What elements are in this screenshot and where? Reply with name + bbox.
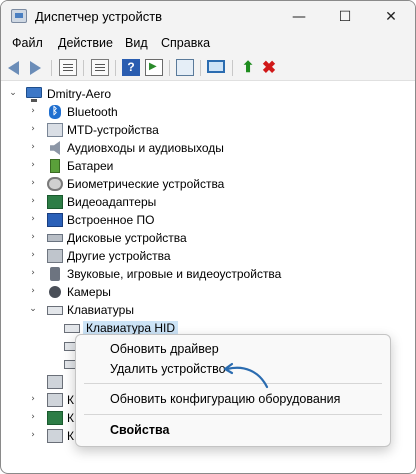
expand-chevron-icon[interactable]: › — [27, 231, 39, 243]
update-driver-icon[interactable]: ⬆ — [239, 59, 257, 76]
menu-help[interactable]: Справка — [161, 36, 210, 50]
device-icon — [47, 429, 63, 443]
firmware-icon — [47, 213, 63, 227]
minimize-button[interactable]: — — [277, 5, 321, 29]
camera-icon — [49, 286, 61, 298]
expand-chevron-icon[interactable]: › — [27, 267, 39, 279]
tree-item-label-selected: Клавиатура HID — [83, 321, 178, 335]
uninstall-icon[interactable]: ✖ — [260, 59, 278, 76]
tree-item-mtd[interactable]: › MTD-устройства — [1, 121, 415, 139]
tree-item-label: Bluetooth — [67, 105, 118, 119]
tree-item-disk-drives[interactable]: › Дисковые устройства — [1, 229, 415, 247]
tree-item-label: Видеоадаптеры — [67, 195, 157, 209]
keyboard-icon — [64, 324, 80, 333]
tree-item-label: К — [67, 429, 74, 443]
computer-icon — [26, 87, 42, 102]
tree-item-label: Камеры — [67, 285, 111, 299]
toolbar-separator — [51, 60, 52, 76]
expand-chevron-icon[interactable]: › — [27, 141, 39, 153]
ctx-scan-hardware[interactable]: Обновить конфигурацию оборудования — [110, 392, 340, 406]
device-manager-window: Диспетчер устройств — ☐ ✕ Файл Действие … — [0, 0, 416, 474]
battery-icon — [50, 159, 60, 173]
toolbar-separator — [232, 60, 233, 76]
toolbar-separator — [115, 60, 116, 76]
tree-root-label: Dmitry-Aero — [47, 87, 112, 101]
device-icon — [47, 375, 63, 389]
collapse-chevron-icon[interactable]: ⌄ — [27, 303, 39, 315]
tree-item-label: К — [67, 393, 74, 407]
maximize-button[interactable]: ☐ — [323, 5, 367, 29]
other-device-icon — [47, 249, 63, 263]
tree-item-sound-video[interactable]: › Звуковые, игровые и видеоустройства — [1, 265, 415, 283]
tree-item-cameras[interactable]: › Камеры — [1, 283, 415, 301]
device-icon — [47, 393, 63, 407]
window-title: Диспетчер устройств — [35, 9, 163, 24]
tree-item-label: Звуковые, игровые и видеоустройства — [67, 267, 282, 281]
toolbar-separator — [200, 60, 201, 76]
tree-item-label: MTD-устройства — [67, 123, 159, 137]
device-manager-app-icon — [11, 9, 27, 23]
tree-item-label: Другие устройства — [67, 249, 171, 263]
expand-chevron-icon[interactable]: › — [27, 105, 39, 117]
tree-item-label: Дисковые устройства — [67, 231, 187, 245]
menu-action[interactable]: Действие — [58, 36, 113, 50]
tree-item-label: К — [67, 411, 74, 425]
tree-root-row[interactable]: ⌄ Dmitry-Aero — [1, 85, 415, 103]
tree-item-label: Встроенное ПО — [67, 213, 155, 227]
help-icon[interactable]: ? — [122, 59, 140, 76]
ctx-update-driver[interactable]: Обновить драйвер — [110, 342, 219, 356]
collapse-chevron-icon[interactable]: ⌄ — [7, 87, 19, 99]
expand-chevron-icon[interactable]: › — [27, 429, 39, 441]
keyboard-icon — [47, 306, 63, 315]
close-button[interactable]: ✕ — [369, 5, 413, 29]
tree-item-keyboards[interactable]: ⌄ Клавиатуры — [1, 301, 415, 319]
expand-chevron-icon[interactable]: › — [27, 213, 39, 225]
expand-chevron-icon[interactable]: › — [27, 177, 39, 189]
toolbar-separator — [169, 60, 170, 76]
fingerprint-icon — [47, 177, 63, 191]
tree-item-biometric[interactable]: › Биометрические устройства — [1, 175, 415, 193]
tree-item-firmware[interactable]: › Встроенное ПО — [1, 211, 415, 229]
expand-chevron-icon[interactable]: › — [27, 285, 39, 297]
toolbar: ? ⬆ ✖ — [1, 55, 415, 81]
speaker-icon — [50, 141, 60, 155]
tree-item-label: Батареи — [67, 159, 114, 173]
bluetooth-icon: ᛒ — [49, 105, 61, 119]
disk-drive-icon — [47, 234, 63, 242]
expand-chevron-icon[interactable]: › — [27, 195, 39, 207]
ctx-uninstall-device[interactable]: Удалить устройство — [110, 362, 226, 376]
properties-icon[interactable] — [59, 59, 77, 76]
run-icon[interactable] — [145, 59, 163, 76]
back-arrow-icon[interactable] — [8, 61, 19, 75]
monitor-icon[interactable] — [207, 60, 225, 73]
expand-chevron-icon[interactable]: › — [27, 123, 39, 135]
tree-item-label: Клавиатуры — [67, 303, 134, 317]
sound-device-icon — [50, 267, 60, 281]
mtd-device-icon — [47, 123, 63, 137]
tree-item-video-adapters[interactable]: › Видеоадаптеры — [1, 193, 415, 211]
expand-chevron-icon[interactable]: › — [27, 393, 39, 405]
ctx-properties[interactable]: Свойства — [110, 423, 169, 437]
device-icon — [47, 411, 63, 425]
menu-view[interactable]: Вид — [125, 36, 148, 50]
tree-item-batteries[interactable]: › Батареи — [1, 157, 415, 175]
forward-arrow-icon[interactable] — [30, 61, 41, 75]
list-icon[interactable] — [91, 59, 109, 76]
tree-item-audio-io[interactable]: › Аудиовходы и аудиовыходы — [1, 139, 415, 157]
ctx-separator — [84, 414, 382, 415]
video-adapter-icon — [47, 195, 63, 209]
scan-hardware-icon[interactable] — [176, 59, 194, 76]
expand-chevron-icon[interactable]: › — [27, 249, 39, 261]
tree-item-label: Аудиовходы и аудиовыходы — [67, 141, 224, 155]
menu-bar: Файл Действие Вид Справка — [1, 33, 415, 55]
toolbar-separator — [83, 60, 84, 76]
tree-item-bluetooth[interactable]: › ᛒ Bluetooth — [1, 103, 415, 121]
tree-item-label: Биометрические устройства — [67, 177, 225, 191]
expand-chevron-icon[interactable]: › — [27, 411, 39, 423]
tree-item-other-devices[interactable]: › Другие устройства — [1, 247, 415, 265]
annotation-arrow-icon — [223, 362, 269, 389]
menu-file[interactable]: Файл — [12, 36, 43, 50]
title-bar: Диспетчер устройств — ☐ ✕ — [1, 1, 415, 33]
expand-chevron-icon[interactable]: › — [27, 159, 39, 171]
